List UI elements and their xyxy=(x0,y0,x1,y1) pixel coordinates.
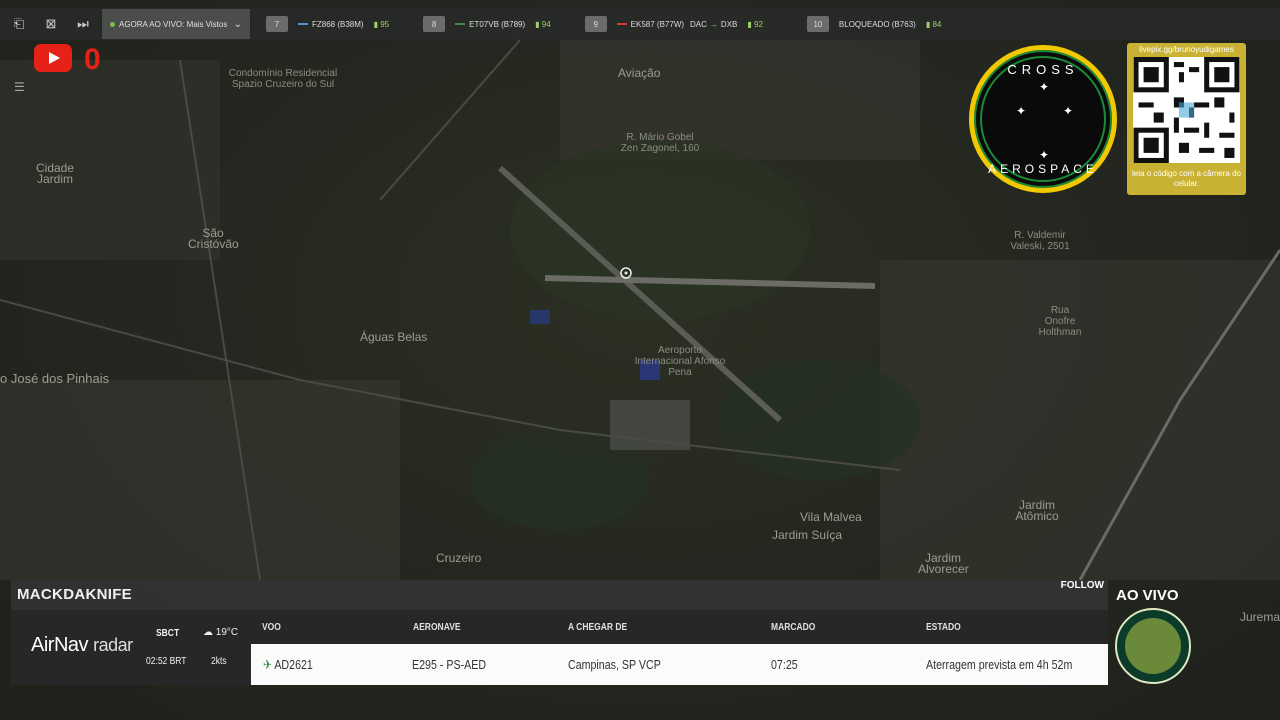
top-bar: ⎗ ⊠ ⏭ AGORA AO VIVO: Mais Vistos ⌄ 7 FZ8… xyxy=(0,8,1280,40)
flight-score: ▮ 92 xyxy=(747,19,763,29)
map-label-jardim-alvorecer: Jardim Alvorecer xyxy=(918,551,969,576)
star-icon: ✦ xyxy=(1039,80,1050,94)
flight-origin: DAC xyxy=(690,19,707,29)
star-icon: ✦ xyxy=(1039,148,1050,162)
cross-aerospace-logo: CROSS ✦ ✦ ✦ ✦ AEROSPACE xyxy=(969,45,1117,193)
flight-item[interactable]: 7 FZ868 (B38M) ▮ 95 xyxy=(266,14,389,34)
flight-rank: 10 xyxy=(806,16,829,32)
live-indicator-icon xyxy=(110,21,115,27)
logo-top-text: CROSS xyxy=(1007,62,1079,77)
wind-speed: 2kts xyxy=(211,656,227,667)
airline-tail-icon: ✈ xyxy=(263,657,272,672)
flight-score-value: 84 xyxy=(932,19,942,29)
flight-score: ▮ 84 xyxy=(925,19,942,29)
brand-main: AirNav xyxy=(31,634,89,656)
cloud-icon: ☁ xyxy=(203,627,213,638)
airnav-logo: AirNav radar xyxy=(31,634,133,657)
map-label-sao-cristovao: São Cristóvão xyxy=(188,226,239,251)
flight-rank: 9 xyxy=(584,16,607,32)
flight-callsign: FZ868 (B38M) xyxy=(312,19,364,29)
chevron-down-icon: ⌄ xyxy=(233,18,242,30)
flight-score-value: 92 xyxy=(754,19,763,29)
follow-button[interactable]: FOLLOW xyxy=(1061,580,1104,591)
header-voo: VOO xyxy=(262,622,281,633)
ao-vivo-label: AO VIVO xyxy=(1116,587,1179,604)
origin: Campinas, SP VCP xyxy=(568,657,661,672)
channel-badge-icon xyxy=(1115,608,1191,684)
flight-item[interactable]: 9 EK587 (B77W) DAC → DXB ▮ 92 xyxy=(584,14,763,34)
aircraft-type: E295 - PS-AED xyxy=(412,657,487,672)
flight-rank: 7 xyxy=(266,16,288,32)
map-label-mario-zagonel: R. Mário Gobel Zen Zagonel, 160 xyxy=(620,132,700,154)
map-label-vila-malvea: Vila Malvea xyxy=(800,510,862,524)
flight-callsign: BLOQUEADO (B763) xyxy=(838,19,916,29)
youtube-icon xyxy=(34,44,72,72)
weather: ☁ 19°C xyxy=(203,627,238,638)
map-label-rua-onofre: Rua Onofre Holthman xyxy=(1038,305,1082,338)
map-label-aviacao: Aviação xyxy=(618,66,661,80)
flight-row[interactable]: ✈ AD2621 E295 - PS-AED Campinas, SP VCP … xyxy=(251,644,1108,685)
flight-item[interactable]: 10 BLOQUEADO (B763) ▮ 84 xyxy=(806,14,942,34)
header-origem: A CHEGAR DE xyxy=(568,622,628,633)
close-panel-icon[interactable]: ⊠ xyxy=(38,14,64,34)
header-estado: ESTADO xyxy=(926,622,961,633)
qr-caption: leia o código com a câmera do celular. xyxy=(1132,169,1241,188)
donation-qr-card: livepix.gg/brunoyudigames leia o código … xyxy=(1127,43,1246,195)
live-feed-label: AGORA AO VIVO: Mais Vistos xyxy=(119,19,228,29)
flight-number: ✈ AD2621 xyxy=(263,657,313,673)
collapse-panel-icon[interactable]: ⎗ xyxy=(6,14,32,34)
qr-url: livepix.gg/brunoyudigames xyxy=(1139,45,1234,54)
panel-username: MACKDAKNIFE xyxy=(17,585,132,603)
map-label-aguas-belas: Águas Belas xyxy=(360,330,428,344)
flight-destination: DXB xyxy=(720,19,738,29)
map-label-jardim-atomico: Jardim Atômico xyxy=(1015,498,1059,523)
header-marcado: MARCADO xyxy=(771,622,816,633)
brand-sub: radar xyxy=(93,635,133,655)
badge-inner xyxy=(1125,618,1181,674)
header-aeronave: AERONAVE xyxy=(413,622,461,633)
skip-next-icon[interactable]: ⏭ xyxy=(70,14,96,34)
logo-bottom-text: AEROSPACE xyxy=(988,162,1098,176)
arrow-right-icon: → xyxy=(709,19,718,29)
youtube-count: 0 xyxy=(84,43,101,76)
flight-info-panel: MACKDAKNIFE FOLLOW AirNav radar SBCT 02:… xyxy=(11,580,1108,685)
temperature: 19°C xyxy=(215,627,239,638)
live-feed-dropdown[interactable]: AGORA AO VIVO: Mais Vistos ⌄ xyxy=(102,9,250,39)
map-label-jose-pinhais: o José dos Pinhais xyxy=(0,371,110,386)
flight-score-value: 94 xyxy=(541,19,551,29)
local-time: 02:52 BRT xyxy=(146,656,187,667)
flight-number-value: AD2621 xyxy=(274,657,313,672)
flight-status: Aterragem prevista em 4h 52m xyxy=(926,657,1073,672)
map-label-aeroporto: Aeroporto Internacional Afonso Pena xyxy=(634,345,726,378)
flight-item[interactable]: 8 ET07VB (B789) ▮ 94 xyxy=(423,14,551,34)
map-label-jardim-suica: Jardim Suíça xyxy=(772,528,843,542)
qr-code-icon xyxy=(1133,57,1240,163)
flight-rank: 8 xyxy=(423,16,446,32)
star-icon: ✦ xyxy=(1063,104,1074,118)
map-label-cruzeiro: Cruzeiro xyxy=(436,551,482,565)
flight-callsign: EK587 (B77W) xyxy=(630,19,685,29)
airline-icon xyxy=(298,23,308,25)
map-label-jurema: Jurema xyxy=(1240,610,1280,624)
flight-callsign: ET07VB (B789) xyxy=(469,19,526,29)
flight-score-value: 95 xyxy=(380,19,390,29)
map-label-condominio: Condomínio Residencial Spazio Cruzeiro d… xyxy=(228,68,338,90)
list-view-icon[interactable]: ☰ xyxy=(14,80,25,94)
flight-score: ▮ 94 xyxy=(535,19,551,29)
flight-score: ▮ 95 xyxy=(373,19,390,29)
airline-icon xyxy=(616,23,627,25)
star-icon: ✦ xyxy=(1016,104,1027,118)
map-label-cidade-jardim: Cidade Jardim xyxy=(35,161,75,186)
scheduled-time: 07:25 xyxy=(771,657,798,672)
panel-body: AirNav radar SBCT 02:52 BRT ☁ 19°C 2kts … xyxy=(11,610,1108,685)
airport-code: SBCT xyxy=(156,628,180,639)
airline-icon xyxy=(455,23,466,25)
map-label-valeski: R. Valdemir Valeski, 2501 xyxy=(1010,230,1070,252)
